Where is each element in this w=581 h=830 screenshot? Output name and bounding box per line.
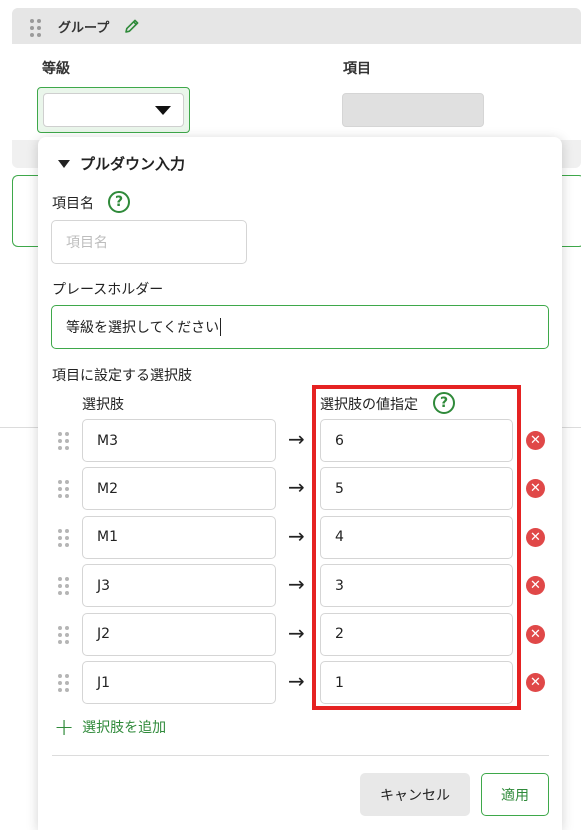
- arrow-right-icon: →: [288, 427, 305, 451]
- remove-option-icon[interactable]: ✕: [526, 673, 545, 692]
- arrow-right-icon: →: [288, 572, 305, 597]
- remove-option-icon[interactable]: ✕: [526, 624, 545, 644]
- remove-option-icon[interactable]: ✕: [526, 479, 545, 499]
- value-column-highlight: [312, 385, 521, 710]
- collapse-triangle-icon: [58, 159, 70, 168]
- caret-down-icon: [155, 106, 171, 115]
- option-choice-input[interactable]: J1: [82, 661, 276, 704]
- arrow-right-icon: →: [288, 475, 305, 500]
- panel-title[interactable]: プルダウン入力: [58, 153, 185, 174]
- grade-select[interactable]: [43, 93, 184, 127]
- item-name-help-icon[interactable]: ?: [108, 191, 130, 213]
- option-choice-input[interactable]: M3: [82, 419, 276, 462]
- option-drag-handle-icon[interactable]: [58, 674, 69, 692]
- option-drag-handle-icon[interactable]: [58, 577, 69, 596]
- choice-column-label: 選択肢: [82, 397, 124, 413]
- item-field[interactable]: [342, 93, 484, 127]
- panel-divider: [52, 755, 549, 756]
- text-cursor: [220, 318, 222, 336]
- option-drag-handle-icon[interactable]: [58, 480, 69, 499]
- remove-option-icon[interactable]: ✕: [526, 431, 545, 450]
- option-choice-input[interactable]: M2: [82, 467, 276, 511]
- cancel-button[interactable]: キャンセル: [360, 773, 470, 816]
- option-choice-input[interactable]: J2: [82, 612, 276, 656]
- grade-column-label: 等級: [42, 61, 70, 77]
- apply-button[interactable]: 適用: [481, 773, 549, 816]
- placeholder-label: プレースホルダー: [52, 282, 164, 298]
- remove-option-icon[interactable]: ✕: [526, 576, 545, 596]
- plus-icon: +: [54, 713, 75, 741]
- item-name-label: 項目名: [52, 196, 94, 212]
- option-choice-input[interactable]: J3: [82, 564, 276, 608]
- option-drag-handle-icon[interactable]: [58, 625, 69, 644]
- remove-option-icon[interactable]: ✕: [526, 527, 545, 547]
- add-option-button[interactable]: + 選択肢を追加: [54, 713, 167, 741]
- option-drag-handle-icon[interactable]: [58, 432, 69, 450]
- dropdown-input-panel: プルダウン入力 項目名 ? 項目名 プレースホルダー 等級を選択してください 項…: [38, 137, 562, 830]
- placeholder-input[interactable]: 等級を選択してください: [51, 305, 549, 349]
- options-section-label: 項目に設定する選択肢: [52, 368, 192, 384]
- pencil-icon[interactable]: [123, 17, 141, 35]
- arrow-right-icon: →: [288, 620, 305, 645]
- add-option-label: 選択肢を追加: [82, 720, 167, 736]
- group-title: グループ: [58, 21, 110, 36]
- placeholder-input-value: 等級を選択してください: [66, 320, 220, 336]
- option-drag-handle-icon[interactable]: [58, 528, 69, 547]
- option-choice-input[interactable]: M1: [82, 515, 276, 559]
- panel-title-text: プルダウン入力: [80, 155, 186, 173]
- item-name-input[interactable]: 項目名: [51, 220, 247, 264]
- group-drag-handle-icon[interactable]: [30, 19, 41, 37]
- item-column-label: 項目: [343, 61, 371, 77]
- arrow-right-icon: →: [288, 669, 305, 693]
- arrow-right-icon: →: [288, 523, 305, 548]
